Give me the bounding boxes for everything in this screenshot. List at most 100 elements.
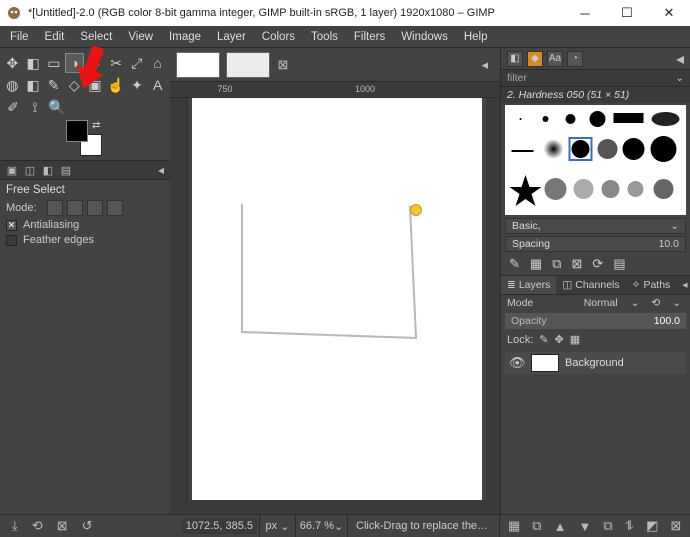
sb-save-icon[interactable]: ⤓ [12, 518, 18, 534]
vertical-ruler[interactable] [170, 98, 188, 500]
sb-revert-icon[interactable]: ⟲ [32, 518, 43, 534]
antialias-checkbox[interactable]: ✕ [6, 220, 17, 231]
menu-windows[interactable]: Windows [393, 29, 456, 45]
menu-image[interactable]: Image [161, 29, 209, 45]
swap-colors-icon[interactable]: ⇄ [92, 120, 100, 131]
tab-images-icon[interactable]: ▤ [60, 164, 72, 176]
refresh-brush-icon[interactable]: ⟳ [592, 256, 603, 272]
sb-delete-icon[interactable]: ⊠ [57, 518, 68, 534]
close-button[interactable]: ✕ [648, 0, 690, 26]
horizontal-scrollbar[interactable] [170, 500, 500, 514]
brush-preset-select[interactable]: Basic, ⌄ [505, 218, 686, 234]
doc-tab-close-icon[interactable]: ⊠ [276, 58, 290, 72]
menu-view[interactable]: View [120, 29, 161, 45]
tool-free-select[interactable]: ◑ [66, 54, 83, 72]
tool-rotate[interactable]: ⤢ [129, 54, 146, 72]
tool-move[interactable]: ✥ [4, 54, 21, 72]
tabstrip-menu-icon[interactable]: ◂ [158, 163, 164, 177]
doc-tab-1[interactable] [176, 52, 220, 78]
opacity-slider[interactable]: Opacity 100.0 [505, 313, 686, 329]
unit-select[interactable]: px [266, 520, 278, 532]
tab-channels[interactable]: ◫Channels [556, 276, 625, 294]
tool-clone[interactable]: ▣ [87, 76, 104, 94]
feather-checkbox[interactable] [6, 235, 17, 246]
tool-align[interactable]: ◧ [25, 54, 42, 72]
tool-measure[interactable]: ⟟ [26, 98, 44, 116]
mask-icon[interactable]: ◩ [646, 518, 658, 534]
tool-gradient[interactable]: ◧ [25, 76, 42, 94]
vertical-scrollbar[interactable] [486, 98, 500, 500]
chevron-down-icon[interactable]: ⌄ [669, 297, 684, 309]
maximize-button[interactable]: ☐ [606, 0, 648, 26]
selection-anchor-icon[interactable] [410, 204, 422, 216]
doc-tabs-menu-icon[interactable]: ◂ [481, 57, 494, 73]
menu-colors[interactable]: Colors [254, 29, 303, 45]
tool-pencil[interactable]: ✎ [45, 76, 62, 94]
layers-tabs-menu-icon[interactable]: ◂ [676, 276, 690, 294]
menu-filters[interactable]: Filters [346, 29, 393, 45]
color-swatch[interactable]: ⇄ [66, 120, 106, 158]
layer-group-icon[interactable]: ⧉ [532, 518, 541, 534]
tool-rect-select[interactable]: ▭ [46, 54, 63, 72]
open-as-image-icon[interactable]: ▤ [613, 256, 625, 272]
brush-grid[interactable] [505, 105, 686, 215]
raise-layer-icon[interactable]: ▲ [554, 519, 567, 534]
duplicate-layer-icon[interactable]: ⧉ [603, 518, 612, 534]
new-layer-icon[interactable]: ▦ [508, 518, 520, 534]
menu-help[interactable]: Help [456, 29, 496, 45]
doc-tab-2[interactable] [226, 52, 270, 78]
tab-fonts-icon[interactable]: Aa [547, 51, 563, 67]
menu-edit[interactable]: Edit [37, 29, 73, 45]
new-brush-icon[interactable]: ▦ [530, 256, 542, 272]
tab-device-status-icon[interactable]: ◫ [24, 164, 36, 176]
mode-intersect-icon[interactable] [107, 200, 123, 216]
mode-add-icon[interactable] [67, 200, 83, 216]
right-tabs-menu-icon[interactable]: ◂ [676, 49, 684, 69]
chevron-down-icon[interactable]: ⌄ [628, 297, 643, 309]
layer-mode-value[interactable]: Normal [539, 297, 621, 309]
tab-undo-history-icon[interactable]: ◧ [42, 164, 54, 176]
mode-replace-icon[interactable] [47, 200, 63, 216]
mode-subtract-icon[interactable] [87, 200, 103, 216]
tool-eraser[interactable]: ◇ [66, 76, 83, 94]
tab-layers[interactable]: ≣Layers [501, 276, 556, 294]
tool-smudge[interactable]: ☝ [107, 76, 124, 94]
zoom-select[interactable]: 66.7 % [300, 520, 334, 532]
layer-item-background[interactable]: 👁 Background [505, 352, 686, 374]
filter-dropdown-icon[interactable]: ⌄ [675, 72, 684, 84]
menu-select[interactable]: Select [72, 29, 120, 45]
lock-pixels-icon[interactable]: ✎ [539, 333, 548, 346]
merge-down-icon[interactable]: ⥮ [625, 518, 634, 534]
tab-tool-options-icon[interactable]: ▣ [6, 164, 18, 176]
tab-brushes-icon[interactable]: ◧ [507, 51, 523, 67]
tab-paths[interactable]: ✧Paths [626, 276, 677, 294]
visibility-eye-icon[interactable]: 👁 [509, 355, 525, 371]
menu-layer[interactable]: Layer [209, 29, 254, 45]
tool-fuzzy-select[interactable]: ✶ [87, 54, 104, 72]
canvas[interactable] [188, 98, 486, 500]
lock-alpha-icon[interactable]: ▦ [570, 333, 580, 346]
delete-brush-icon[interactable]: ⊠ [572, 256, 583, 272]
duplicate-brush-icon[interactable]: ⧉ [552, 256, 561, 272]
menu-tools[interactable]: Tools [303, 29, 346, 45]
tool-bucket[interactable]: ◍ [4, 76, 21, 94]
tool-paths[interactable]: ✦ [129, 76, 146, 94]
spacing-slider[interactable]: Spacing 10.0 [505, 236, 686, 252]
brush-filter[interactable]: filter ⌄ [501, 70, 690, 87]
edit-brush-icon[interactable]: ✎ [509, 256, 520, 272]
menu-file[interactable]: File [2, 29, 37, 45]
delete-layer-icon[interactable]: ⊠ [670, 518, 681, 534]
tool-zoom[interactable]: 🔍 [48, 98, 66, 116]
lower-layer-icon[interactable]: ▼ [578, 519, 591, 534]
minimize-button[interactable]: ─ [564, 0, 606, 26]
horizontal-ruler[interactable]: 750 1000 [170, 82, 500, 98]
tab-patterns-icon[interactable]: ◆ [527, 51, 543, 67]
lock-position-icon[interactable]: ✥ [555, 333, 564, 346]
fg-color[interactable] [66, 120, 88, 142]
sb-reset-icon[interactable]: ↺ [82, 518, 93, 534]
tool-crop[interactable]: ✂ [108, 54, 125, 72]
tool-color-picker[interactable]: ✐ [4, 98, 22, 116]
tool-warp[interactable]: ⌂ [149, 54, 166, 72]
reset-mode-icon[interactable]: ⟲ [648, 297, 663, 309]
tab-history-icon[interactable]: ◔ [567, 51, 583, 67]
